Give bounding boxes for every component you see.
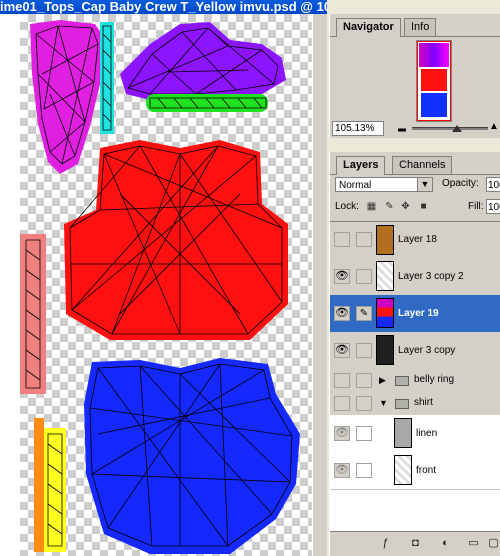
layers-footer: ƒ ◘ ◐ ▭ ▢ xyxy=(330,531,500,556)
magenta-sleeve-piece xyxy=(30,20,105,174)
folder-icon xyxy=(395,399,409,409)
eye-icon[interactable]: 👁 xyxy=(334,306,350,321)
chevron-down-icon[interactable]: ▼ xyxy=(379,398,388,408)
navigator-panel: Navigator Info 105.13% ▂ ▲ xyxy=(329,14,500,138)
layers-panel: Layers Channels Normal ▼ Opacity: 100 Lo… xyxy=(329,152,500,556)
fill-label: Fill: xyxy=(468,201,484,212)
layer-list: Layer 18 👁 Layer 3 copy 2 👁 ✎ Layer 19 👁… xyxy=(330,221,500,532)
link-toggle[interactable] xyxy=(356,373,372,388)
uv-texture-map xyxy=(20,20,300,554)
zoom-input[interactable]: 105.13% xyxy=(332,121,384,136)
view-box[interactable] xyxy=(417,41,451,121)
paintbrush-icon[interactable]: ✎ xyxy=(356,306,372,321)
layer-thumbnail xyxy=(376,225,394,255)
cyan-strip xyxy=(100,22,114,134)
document-canvas[interactable] xyxy=(0,14,327,556)
link-toggle[interactable] xyxy=(356,343,372,358)
lock-label: Lock: xyxy=(335,201,359,212)
salmon-strip xyxy=(20,234,46,394)
link-toggle[interactable] xyxy=(356,396,372,411)
opacity-input[interactable]: 100 xyxy=(486,177,500,192)
link-toggle[interactable] xyxy=(356,232,372,247)
layer-row-layer-3-copy-2[interactable]: 👁 Layer 3 copy 2 xyxy=(330,258,500,296)
blend-mode-value: Normal xyxy=(339,180,372,191)
layer-mask-icon[interactable]: ◘ xyxy=(408,536,423,551)
zoom-in-icon[interactable]: ▲ xyxy=(488,122,500,132)
visibility-toggle[interactable] xyxy=(334,232,350,247)
group-name: belly ring xyxy=(414,374,455,385)
eye-icon[interactable]: 👁 xyxy=(334,343,350,358)
layer-group-shirt[interactable]: ▼ shirt xyxy=(330,392,500,416)
new-group-icon[interactable]: ▭ xyxy=(466,536,481,551)
tab-info[interactable]: Info xyxy=(404,18,437,36)
layer-thumbnail xyxy=(376,335,394,365)
layer-row-layer-3-copy[interactable]: 👁 Layer 3 copy xyxy=(330,332,500,370)
layer-row-linen[interactable]: 👁 linen xyxy=(330,415,500,453)
yellow-strip xyxy=(44,428,66,552)
layer-thumbnail xyxy=(376,261,394,291)
layer-name: linen xyxy=(416,428,438,439)
lock-position-icon[interactable]: ✥ xyxy=(400,201,411,212)
layer-thumbnail xyxy=(394,455,412,485)
group-name: shirt xyxy=(414,397,433,408)
layer-thumbnail xyxy=(394,418,412,448)
layer-style-icon[interactable]: ƒ xyxy=(378,536,393,551)
document-title-bar[interactable]: ime01_Tops_Cap Baby Crew T_Yellow imvu.p… xyxy=(0,0,327,14)
red-torso-piece xyxy=(64,140,288,340)
layer-row-front[interactable]: 👁 front xyxy=(330,452,500,490)
layer-name: Layer 3 copy 2 xyxy=(398,271,464,282)
fill-input[interactable]: 100 xyxy=(486,199,500,214)
lock-transparency-icon[interactable]: ▦ xyxy=(366,201,377,212)
tab-channels[interactable]: Channels xyxy=(392,156,453,174)
eye-icon[interactable]: 👁 xyxy=(334,463,350,478)
zoom-slider-thumb[interactable] xyxy=(452,125,462,132)
chevron-down-icon[interactable]: ▼ xyxy=(417,178,432,191)
layer-row-layer-18[interactable]: Layer 18 xyxy=(330,222,500,259)
eye-icon[interactable]: 👁 xyxy=(334,269,350,284)
visibility-toggle[interactable] xyxy=(334,373,350,388)
layer-name: Layer 19 xyxy=(398,308,439,319)
lock-image-icon[interactable]: ✎ xyxy=(384,201,395,212)
tab-navigator[interactable]: Navigator xyxy=(336,18,401,37)
blend-mode-select[interactable]: Normal ▼ xyxy=(335,177,433,192)
chevron-right-icon[interactable]: ▶ xyxy=(379,375,386,386)
layer-row-layer-19[interactable]: 👁 ✎ Layer 19 xyxy=(330,295,500,333)
layer-group-belly-ring[interactable]: ▶ belly ring xyxy=(330,369,500,393)
navigator-thumbnail[interactable] xyxy=(416,40,452,122)
green-strip xyxy=(146,94,268,112)
layer-name: Layer 18 xyxy=(398,234,437,245)
zoom-out-icon[interactable]: ▂ xyxy=(396,122,408,132)
zoom-slider-track[interactable] xyxy=(412,127,488,130)
link-toggle[interactable] xyxy=(356,426,372,441)
canvas-vertical-scrollbar[interactable] xyxy=(312,14,327,556)
eye-icon[interactable]: 👁 xyxy=(334,426,350,441)
lock-all-icon[interactable]: ■ xyxy=(418,201,429,212)
navigator-tabbar: Navigator Info xyxy=(330,18,500,37)
link-toggle[interactable] xyxy=(356,269,372,284)
tab-layers[interactable]: Layers xyxy=(336,156,386,175)
layer-thumbnail xyxy=(376,298,394,328)
visibility-toggle[interactable] xyxy=(334,396,350,411)
new-layer-icon[interactable]: ▢ xyxy=(486,536,500,551)
layer-name: Layer 3 copy xyxy=(398,345,456,356)
layers-tabbar: Layers Channels xyxy=(330,156,500,175)
opacity-label: Opacity: xyxy=(442,178,479,189)
link-toggle[interactable] xyxy=(356,463,372,478)
new-fill-adjustment-icon[interactable]: ◐ xyxy=(438,536,453,551)
orange-strip xyxy=(34,418,44,552)
layer-name: front xyxy=(416,465,437,476)
navigator-controls: 105.13% ▂ ▲ xyxy=(330,120,500,136)
document-title: ime01_Tops_Cap Baby Crew T_Yellow imvu.p… xyxy=(0,0,327,14)
folder-icon xyxy=(395,376,409,386)
